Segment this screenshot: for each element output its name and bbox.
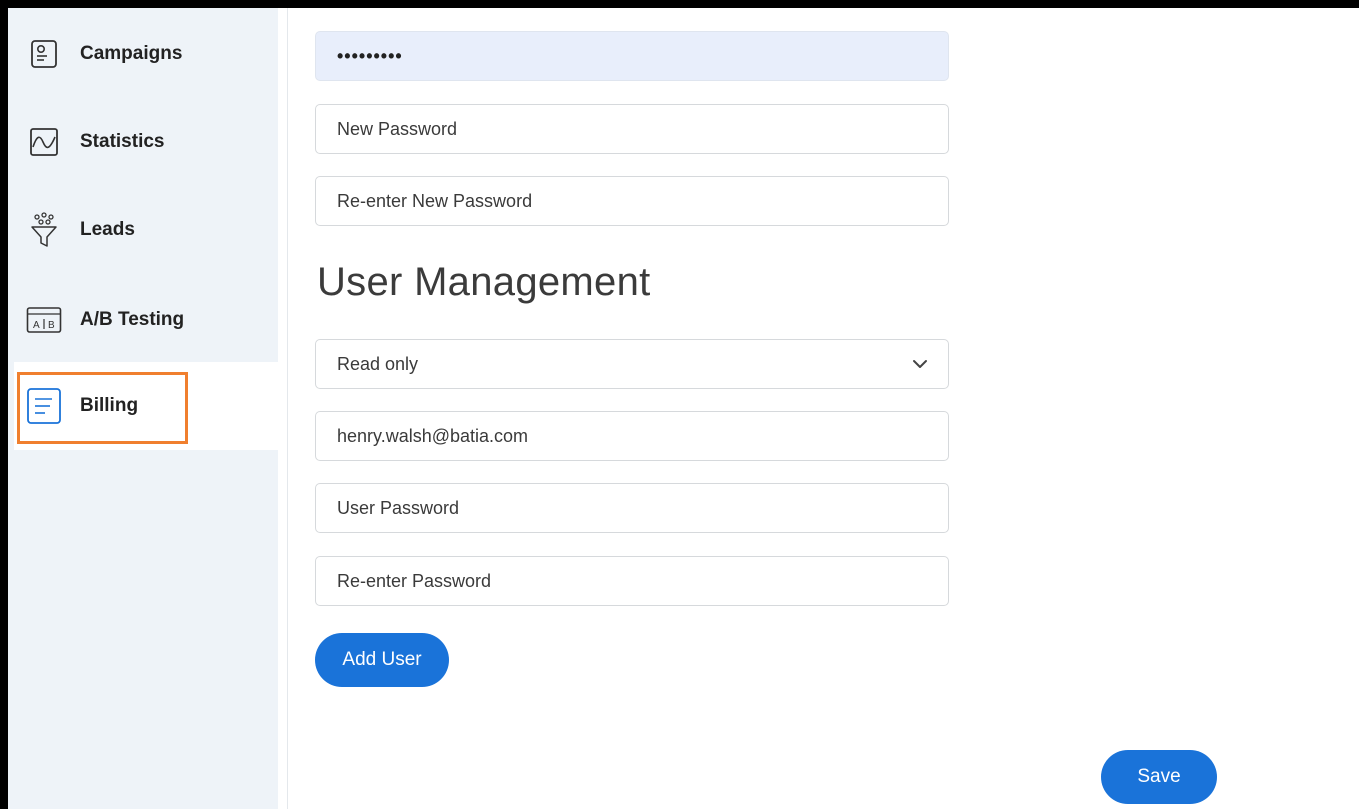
user-password-placeholder: User Password [337, 497, 460, 518]
svg-text:B: B [48, 320, 55, 331]
new-password-field[interactable]: New Password [315, 104, 949, 154]
statistics-icon [26, 124, 62, 160]
user-password-field[interactable]: User Password [315, 483, 949, 533]
new-password-placeholder: New Password [337, 118, 458, 139]
reenter-password-field[interactable]: Re-enter Password [315, 556, 949, 606]
sidebar-item-label: Leads [80, 219, 135, 240]
current-password-value: ••••••••• [337, 45, 403, 66]
email-value: henry.walsh@batia.com [337, 425, 529, 446]
sidebar-item-label: A/B Testing [80, 309, 185, 330]
sidebar-item-statistics[interactable]: Statistics [8, 98, 278, 186]
email-field[interactable]: henry.walsh@batia.com [315, 411, 949, 461]
add-user-button[interactable]: Add User [315, 633, 449, 687]
sidebar-item-label: Statistics [80, 131, 165, 152]
svg-text:A: A [33, 320, 40, 331]
sidebar: Campaigns Statistics Leads A B A/B Testi… [8, 8, 278, 809]
current-password-field[interactable]: ••••••••• [315, 31, 949, 81]
sidebar-item-leads[interactable]: Leads [8, 186, 278, 274]
sidebar-item-campaigns[interactable]: Campaigns [8, 10, 278, 98]
save-button[interactable]: Save [1101, 750, 1217, 804]
sidebar-divider [287, 8, 288, 809]
reenter-password-placeholder: Re-enter Password [337, 570, 492, 591]
role-select[interactable]: Read only [315, 339, 949, 389]
chevron-down-icon [900, 359, 940, 369]
reenter-new-password-placeholder: Re-enter New Password [337, 190, 533, 211]
billing-icon [26, 388, 62, 424]
sidebar-item-ab-testing[interactable]: A B A/B Testing [8, 276, 278, 364]
sidebar-item-billing[interactable]: Billing [14, 362, 278, 450]
sidebar-item-label: Billing [80, 395, 139, 416]
leads-funnel-icon [26, 212, 62, 248]
user-management-title: User Management [317, 260, 651, 304]
role-select-value: Read only [337, 353, 419, 374]
campaigns-icon [26, 36, 62, 72]
app-window: Campaigns Statistics Leads A B A/B Testi… [8, 8, 1359, 809]
ab-testing-icon: A B [26, 302, 62, 338]
sidebar-item-label: Campaigns [80, 43, 183, 64]
reenter-new-password-field[interactable]: Re-enter New Password [315, 176, 949, 226]
